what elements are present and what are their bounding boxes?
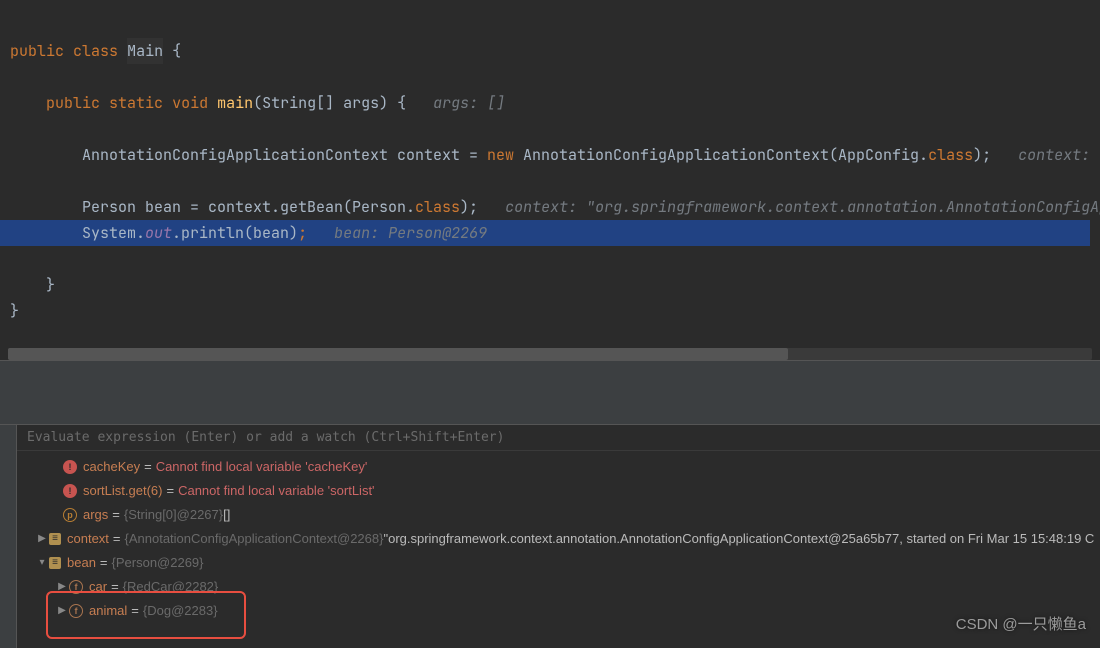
variable-row-car[interactable]: ▶ f car = {RedCar@2282}: [17, 575, 1100, 599]
brace: {: [163, 41, 181, 61]
equals: =: [112, 503, 120, 527]
param-icon: p: [63, 508, 77, 522]
horizontal-scrollbar[interactable]: [8, 348, 1092, 360]
field-icon: f: [69, 604, 83, 618]
variable-row-args[interactable]: ▶ p args = {String[0]@2267} []: [17, 503, 1100, 527]
var-name: bean: [67, 551, 96, 575]
var-type: {String[0]@2267}: [124, 503, 223, 527]
debug-gutter: [0, 425, 17, 648]
var-name: context: [67, 527, 109, 551]
code-text: .println(bean): [172, 223, 298, 243]
var-type: {RedCar@2282}: [123, 575, 219, 599]
debug-panel: Evaluate expression (Enter) or add a wat…: [0, 425, 1100, 648]
inline-hint: bean: Person@2269: [334, 223, 487, 243]
var-name: cacheKey: [83, 455, 140, 479]
class-name: Main: [127, 38, 163, 64]
variables-tree[interactable]: ▶ ! cacheKey = Cannot find local variabl…: [17, 451, 1100, 627]
var-type: {AnnotationConfigApplicationContext@2268…: [125, 527, 384, 551]
error-icon: !: [63, 460, 77, 474]
variable-row-animal[interactable]: ▶ f animal = {Dog@2283}: [17, 599, 1100, 623]
var-value: "org.springframework.context.annotation.…: [383, 527, 1094, 551]
kw-static: static: [109, 93, 163, 113]
error-icon: !: [63, 484, 77, 498]
kw-class: class: [73, 41, 118, 61]
semi: );: [973, 145, 991, 165]
var-name: args: [83, 503, 108, 527]
evaluate-expression-input[interactable]: Evaluate expression (Enter) or add a wat…: [17, 425, 1100, 451]
kw-void: void: [172, 93, 208, 113]
semi: );: [460, 197, 478, 217]
equals: =: [111, 575, 119, 599]
brace: }: [46, 275, 55, 295]
inline-hint: context: ": [1018, 145, 1100, 165]
var-type: {Person@2269}: [112, 551, 204, 575]
var-name: animal: [89, 599, 127, 623]
kw-class-ref: class: [928, 145, 973, 165]
object-icon: [49, 557, 61, 569]
code-text: AnnotationConfigApplicationContext conte…: [82, 145, 487, 165]
code-text: Person bean = context.getBean(Person.: [82, 197, 415, 217]
code-ctor: AnnotationConfigApplicationContext(AppCo…: [514, 145, 928, 165]
expand-icon[interactable]: ▶: [55, 575, 69, 599]
brace: }: [10, 301, 19, 321]
method-main: main: [217, 93, 253, 113]
equals: =: [100, 551, 108, 575]
var-error: Cannot find local variable 'sortList': [178, 479, 374, 503]
equals: =: [166, 479, 174, 503]
panel-divider[interactable]: [0, 360, 1100, 425]
watermark: CSDN @一只懒鱼a: [956, 613, 1086, 634]
collapse-icon[interactable]: ▾: [35, 551, 49, 575]
equals: =: [113, 527, 121, 551]
kw-public: public: [46, 93, 100, 113]
object-icon: [49, 533, 61, 545]
main-sig: (String[] args) {: [253, 93, 406, 113]
equals: =: [144, 455, 152, 479]
variable-row-context[interactable]: ▶ context = {AnnotationConfigApplication…: [17, 527, 1100, 551]
kw-new: new: [487, 145, 514, 165]
semi: ;: [298, 223, 307, 243]
variable-row-bean[interactable]: ▾ bean = {Person@2269}: [17, 551, 1100, 575]
current-execution-line: System.out.println(bean); bean: Person@2…: [0, 220, 1090, 246]
code-editor[interactable]: public class Main { public static void m…: [0, 0, 1100, 360]
code-content: public class Main { public static void m…: [0, 0, 1100, 360]
field-icon: f: [69, 580, 83, 594]
variable-row-sortlist[interactable]: ▶ ! sortList.get(6) = Cannot find local …: [17, 479, 1100, 503]
inline-hint: context: "org.springframework.context.an…: [505, 197, 1100, 217]
variable-row-cachekey[interactable]: ▶ ! cacheKey = Cannot find local variabl…: [17, 455, 1100, 479]
var-error: Cannot find local variable 'cacheKey': [156, 455, 368, 479]
var-name: car: [89, 575, 107, 599]
equals: =: [131, 599, 139, 623]
expand-icon[interactable]: ▶: [35, 527, 49, 551]
inline-hint: args: []: [433, 93, 505, 113]
code-text: System.: [82, 223, 145, 243]
kw-public: public: [10, 41, 64, 61]
var-type: {Dog@2283}: [143, 599, 218, 623]
expand-icon[interactable]: ▶: [55, 599, 69, 623]
kw-class-ref: class: [415, 197, 460, 217]
field-out: out: [145, 223, 172, 243]
var-value: []: [223, 503, 230, 527]
scrollbar-thumb[interactable]: [8, 348, 788, 360]
var-name: sortList.get(6): [83, 479, 162, 503]
